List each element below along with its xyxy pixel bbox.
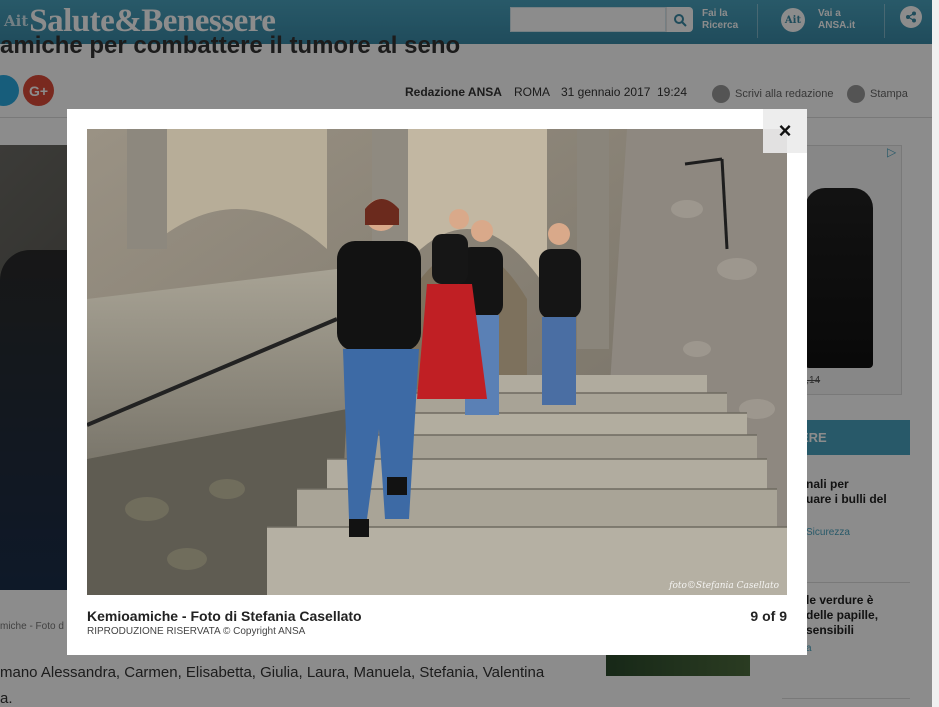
photo-watermark: foto©Stefania Casellato	[669, 581, 779, 591]
close-button[interactable]: ×	[763, 109, 807, 153]
scrollbar-track[interactable]	[932, 0, 939, 707]
photo-caption: Kemioamiche - Foto di Stefania Casellato	[87, 608, 362, 624]
photo-counter: 9 of 9	[750, 608, 787, 624]
gallery-photo-image	[87, 129, 787, 595]
photo-copyright: RIPRODUZIONE RISERVATA © Copyright ANSA	[87, 626, 306, 637]
close-icon: ×	[778, 118, 792, 143]
lightbox-modal: foto©Stefania Casellato Kemioamiche - Fo…	[67, 109, 807, 655]
gallery-photo[interactable]: foto©Stefania Casellato	[87, 129, 787, 595]
